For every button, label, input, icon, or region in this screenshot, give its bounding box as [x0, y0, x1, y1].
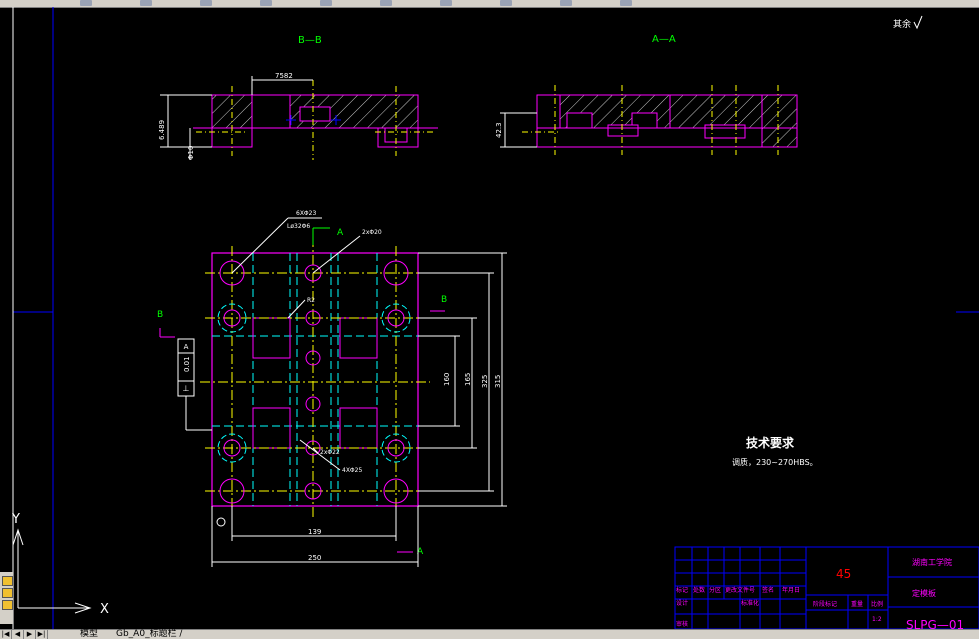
text-icon[interactable] [620, 0, 632, 6]
dim-outer-h1: 325 [481, 375, 489, 388]
view-marker-a-top: A [337, 228, 344, 238]
tb-scale: 1:2 [872, 616, 882, 623]
tb-school: 湖南工学院 [912, 557, 952, 567]
tb-row1-l4: 签名 [762, 586, 774, 594]
ucs-y-label: Y [11, 512, 20, 527]
print-icon[interactable] [200, 0, 212, 6]
tb-row2-l0: 设计 [676, 599, 688, 607]
tb-stage-1: 重量 [851, 600, 863, 608]
open-icon[interactable] [80, 0, 92, 6]
redo-icon[interactable] [320, 0, 332, 6]
tolerance-datum: A [184, 343, 189, 351]
dim-outer-h2: 315 [494, 375, 502, 388]
roughness-symbol-icon [913, 15, 923, 30]
tb-row2-l2: 标准化 [741, 599, 759, 607]
tb-part-name: 定模板 [912, 588, 936, 598]
tb-row1-l2: 分区 [709, 586, 721, 594]
tolerance-symbol: ⊥ [183, 384, 190, 393]
tb-stage-2: 比例 [871, 600, 883, 608]
tech-req-text: 调质，230~270HBS。 [732, 457, 818, 467]
tb-row1-l3: 更改文件号 [725, 586, 755, 594]
roughness-note: 其余 [893, 18, 911, 30]
dim-bottom-inner: 139 [308, 528, 321, 536]
dim-bottom-outer: 250 [308, 554, 321, 562]
view-marker-b-right: B [441, 295, 447, 305]
aa-left-dim: 42.3 [495, 122, 503, 138]
tool-icon-3[interactable] [2, 600, 13, 610]
bb-top-dim: 7582 [275, 72, 293, 80]
pan-icon[interactable] [380, 0, 392, 6]
tb-row3-l0: 审核 [676, 620, 688, 628]
view-marker-b-left: B [157, 310, 163, 320]
hole-callout-3: 2xΦ20 [362, 229, 382, 236]
bb-left-dim-2: Φ10 [187, 146, 195, 160]
section-title-bb: B—B [298, 35, 322, 46]
tech-req-title: 技术要求 [746, 435, 795, 450]
tb-row1-l0: 标记 [676, 586, 688, 594]
cad-drawing: 其余 B—B A—A 7582 6.489 Φ10 42.3 6XΦ23 Lø3… [11, 7, 979, 632]
ucs-icon: Y X [11, 512, 109, 617]
title-block: 标记 处数 分区 更改文件号 签名 年月日 设计 标准化 审核 45 阶段标记 … [674, 546, 979, 632]
plan-view: 6XΦ23 Lø32Φ6 2xΦ20 R2 2xΦ22 4XΦ25 A A B … [157, 210, 507, 567]
pin-callout-1: 2xΦ22 [320, 449, 340, 456]
hole-callout-2: Lø32Φ6 [287, 223, 310, 230]
bb-left-dim-1: 6.489 [158, 120, 166, 140]
tolerance-value: 0.01 [183, 356, 191, 372]
radius-note: R2 [307, 297, 315, 304]
left-tool-palette [0, 572, 14, 624]
section-view-bb: 7582 6.489 Φ10 [158, 72, 438, 160]
tb-row1-l5: 年月日 [782, 586, 800, 594]
zoom-icon[interactable] [440, 0, 452, 6]
layer-icon[interactable] [560, 0, 572, 6]
undo-icon[interactable] [260, 0, 272, 6]
tb-row1-l1: 处数 [693, 586, 705, 594]
tb-material: 45 [836, 567, 851, 581]
drawing-canvas[interactable]: 其余 B—B A—A 7582 6.489 Φ10 42.3 6XΦ23 Lø3… [0, 7, 979, 632]
dim-mid-h: 165 [464, 373, 472, 386]
section-view-aa: 42.3 [495, 85, 798, 155]
hole-callout-1: 6XΦ23 [296, 210, 316, 217]
section-title-aa: A—A [652, 34, 676, 45]
tool-icon-2[interactable] [2, 588, 13, 598]
save-icon[interactable] [140, 0, 152, 6]
pin-callout-2: 4XΦ25 [342, 467, 362, 474]
tool-icon-1[interactable] [2, 576, 13, 586]
tb-stage-0: 阶段标记 [813, 600, 837, 608]
tb-drawing-no: SLPG—01 [906, 618, 964, 629]
ucs-x-label: X [100, 602, 109, 617]
properties-icon[interactable] [500, 0, 512, 6]
dim-inner-h: 160 [443, 373, 451, 386]
